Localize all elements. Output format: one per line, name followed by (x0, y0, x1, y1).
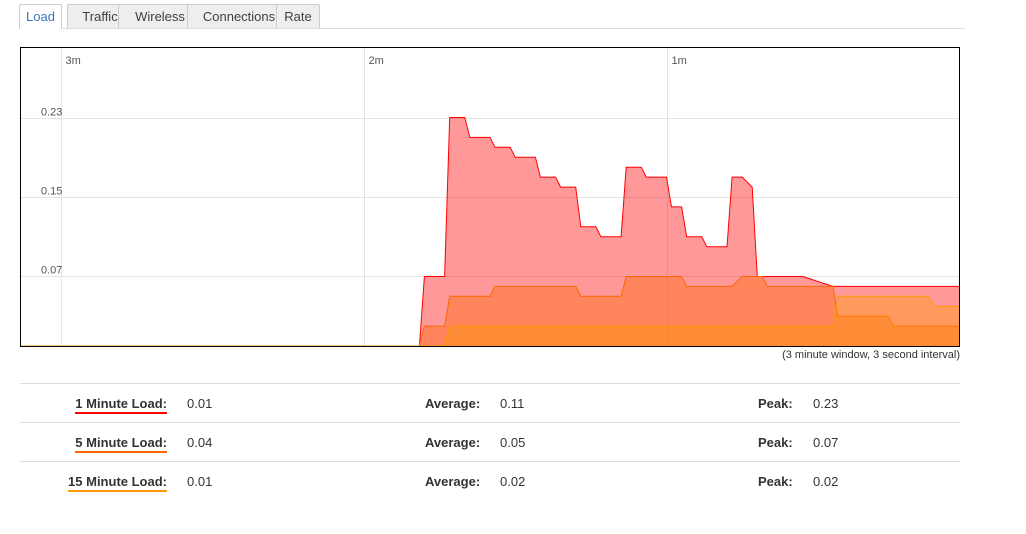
load-15min-value: 0.01 (187, 474, 213, 489)
load-15min-average-value: 0.02 (500, 474, 526, 489)
load-15min-average-label: Average: (425, 474, 481, 489)
tab-bar: Load Traffic Wireless Connections Rate (19, 4, 965, 29)
load-1min-average-label: Average: (425, 396, 481, 411)
x-tick-label: 3m (66, 55, 81, 67)
load-5min-average-label: Average: (425, 435, 481, 450)
stats-row-15min: 15 Minute Load: 0.01 Average: 0.02 Peak:… (20, 461, 960, 500)
x-tick-label: 2m (369, 55, 384, 67)
tab-load[interactable]: Load (19, 4, 62, 29)
y-tick-label: 0.15 (41, 186, 62, 198)
load-graph: 3m 2m 1m 0.23 0.15 0.07 (20, 47, 960, 347)
load-1min-peak-label: Peak: (758, 396, 793, 411)
load-5min-value: 0.04 (187, 435, 213, 450)
load-1min-value: 0.01 (187, 396, 213, 411)
stats-row-1min: 1 Minute Load: 0.01 Average: 0.11 Peak: … (20, 383, 960, 422)
y-tick-label: 0.07 (41, 265, 62, 277)
load-5min-peak-label: Peak: (758, 435, 793, 450)
y-tick-label: 0.23 (41, 107, 62, 119)
stats-row-5min: 5 Minute Load: 0.04 Average: 0.05 Peak: … (20, 422, 960, 461)
load-15min-label: 15 Minute Load: (68, 474, 167, 492)
load-5min-average-value: 0.05 (500, 435, 526, 450)
load-15min-peak-value: 0.02 (813, 474, 839, 489)
load-chart-svg: 3m 2m 1m 0.23 0.15 0.07 (20, 47, 960, 347)
x-tick-label: 1m (672, 55, 687, 67)
load-5min-peak-value: 0.07 (813, 435, 839, 450)
tab-rate[interactable]: Rate (276, 4, 320, 28)
load-stats-table: 1 Minute Load: 0.01 Average: 0.11 Peak: … (20, 383, 960, 500)
load-15min-peak-label: Peak: (758, 474, 793, 489)
load-1min-label: 1 Minute Load: (75, 396, 167, 414)
graph-caption: (3 minute window, 3 second interval) (782, 349, 960, 361)
load-5min-label: 5 Minute Load: (75, 435, 167, 453)
load-1min-peak-value: 0.23 (813, 396, 839, 411)
load-1min-average-value: 0.11 (500, 396, 525, 411)
